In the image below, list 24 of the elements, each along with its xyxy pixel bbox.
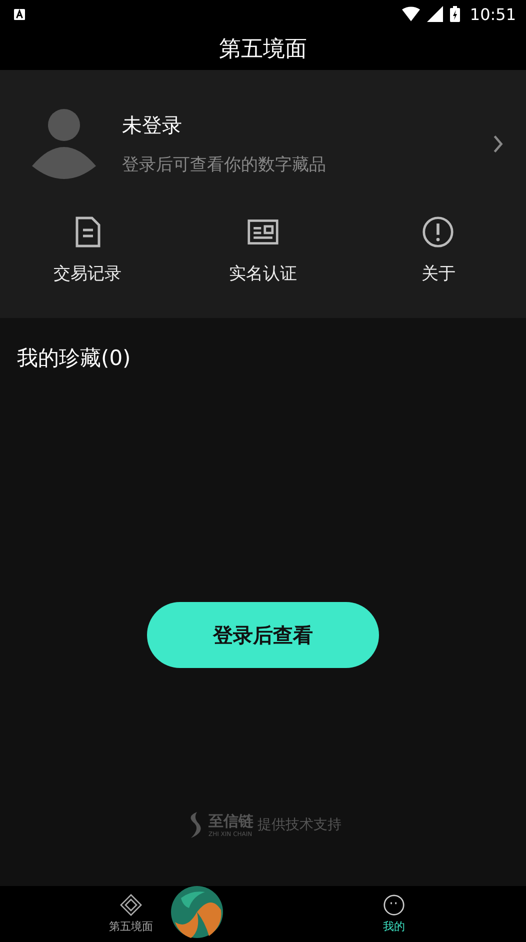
shortcut-button[interactable]: 关于	[350, 216, 526, 285]
diamond-icon	[120, 894, 142, 916]
profile-row[interactable]: 未登录 登录后可查看你的数字藏品	[0, 70, 526, 180]
page-title: 第五境面	[219, 36, 307, 64]
nav-tab[interactable]: 第五境面	[99, 886, 163, 942]
collection-heading: 我的珍藏(0)	[17, 345, 131, 372]
brand-name: 至信链	[208, 812, 254, 831]
wifi-icon	[402, 6, 420, 22]
notification-icon	[14, 8, 25, 20]
face-icon	[383, 894, 405, 916]
chevron-right-icon	[492, 134, 504, 154]
exclamation-icon	[422, 216, 454, 248]
avatar-icon	[32, 108, 96, 180]
battery-icon	[450, 6, 460, 22]
shortcut-button[interactable]: 交易记录	[0, 216, 176, 285]
logo-drawing[interactable]	[171, 886, 223, 938]
login-hint: 登录后可查看你的数字藏品	[122, 154, 327, 176]
support-text: 提供技术支持	[258, 816, 342, 834]
nav-tab[interactable]: 我的	[344, 886, 444, 942]
shortcut-button[interactable]: 实名认证	[175, 216, 351, 285]
login-button[interactable]: 登录后查看	[147, 602, 379, 668]
login-status: 未登录	[122, 112, 183, 139]
signal-icon	[426, 6, 444, 22]
clock: 10:51	[470, 4, 516, 24]
